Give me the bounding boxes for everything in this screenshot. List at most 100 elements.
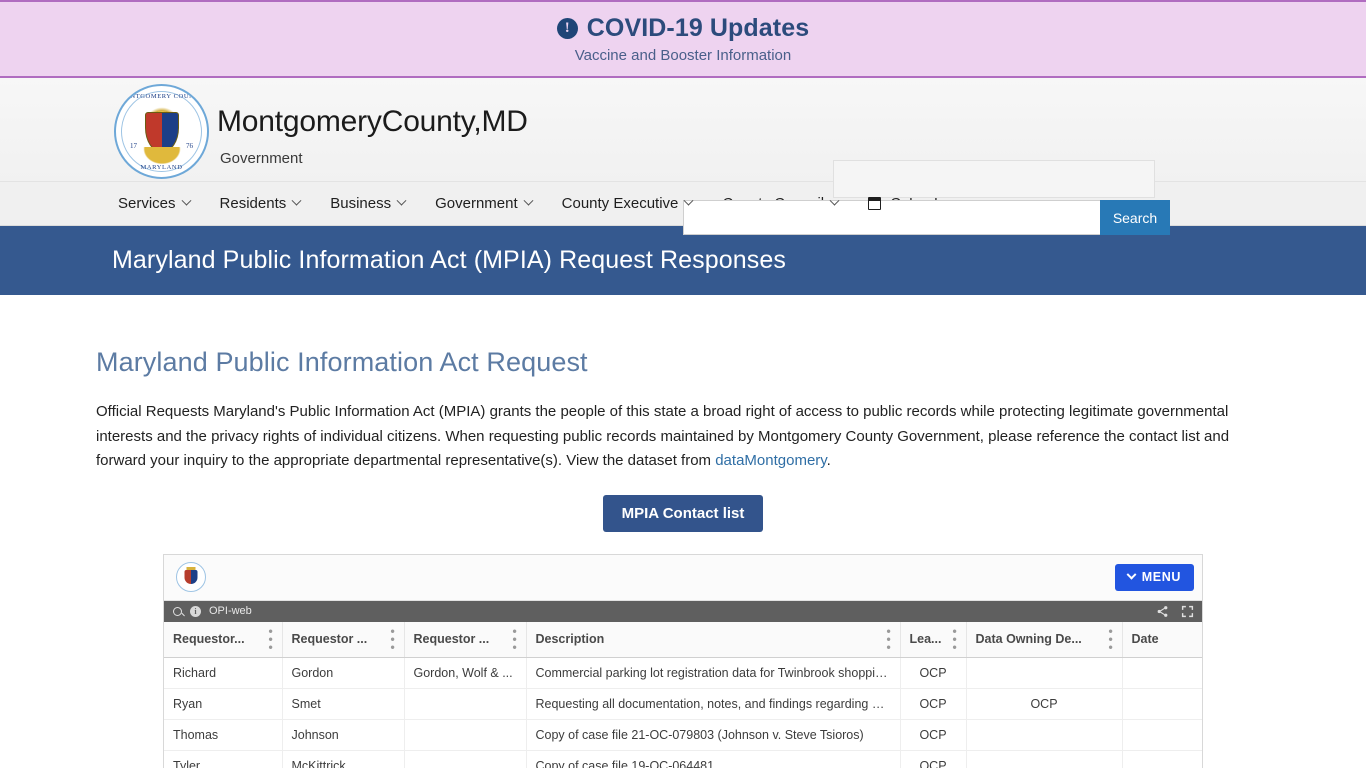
nav-item-residents[interactable]: Residents: [219, 195, 302, 212]
cell-first-name: Richard: [164, 657, 283, 689]
cell-organization: Gordon, Wolf & ...: [404, 657, 527, 689]
column-label: Requestor ...: [413, 632, 490, 647]
site-search-form: Search: [683, 200, 1170, 235]
cell-description: Commercial parking lot registration data…: [526, 657, 901, 689]
cell-last-name: Gordon: [282, 657, 405, 689]
site-subtitle: Government: [220, 150, 303, 167]
cell-lead: OCP: [900, 750, 967, 768]
covid-banner-title-row: ! COVID-19 Updates: [556, 13, 810, 42]
column-menu-icon[interactable]: • • •: [391, 625, 395, 653]
cell-last-name: Johnson: [282, 719, 405, 751]
dataset-table-scroll[interactable]: Requestor... • • • Requestor ... • • • R…: [164, 621, 1202, 768]
column-label: Data Owning De...: [975, 632, 1082, 647]
nav-item-services[interactable]: Services: [118, 195, 191, 212]
seal-arc-bottom-text: MARYLAND: [140, 164, 183, 171]
section-heading: Maryland Public Information Act Request: [96, 347, 588, 377]
chevron-down-icon: [181, 195, 191, 206]
cell-data-owning-dept: [966, 657, 1123, 689]
chevron-down-icon: [291, 195, 302, 206]
nav-label-government: Government: [435, 195, 518, 212]
column-header-requestor-last-name[interactable]: Requestor ... • • •: [282, 621, 405, 658]
column-label: Requestor ...: [291, 632, 368, 647]
table-row[interactable]: Richard Gordon Gordon, Wolf & ... Commer…: [164, 657, 1202, 689]
cell-organization: [404, 750, 527, 768]
page-title: Maryland Public Information Act (MPIA) R…: [112, 246, 786, 274]
widget-menu-label: MENU: [1141, 570, 1181, 584]
nav-label-services: Services: [118, 195, 176, 212]
dataset-name: OPI-web: [209, 605, 252, 617]
column-header-requestor-organization[interactable]: Requestor ... • • •: [404, 621, 527, 658]
column-menu-icon[interactable]: • • •: [269, 625, 273, 653]
widget-header: MENU: [164, 554, 1202, 601]
chevron-down-icon: [396, 195, 407, 206]
cell-date: [1122, 688, 1202, 720]
cell-date: [1122, 719, 1202, 751]
montgomery-county-seal-icon: MONTGOMERY COUNTY 17 76 MARYLAND: [114, 84, 209, 179]
column-menu-icon[interactable]: • • •: [1109, 625, 1113, 653]
calendar-icon: [868, 197, 882, 210]
cell-date: [1122, 750, 1202, 768]
site-masthead: MONTGOMERY COUNTY 17 76 MARYLAND Montgom…: [0, 78, 1366, 235]
column-header-lead[interactable]: Lea... • • •: [900, 621, 967, 658]
column-header-date[interactable]: Date: [1122, 621, 1202, 658]
site-brand-link[interactable]: MONTGOMERY COUNTY 17 76 MARYLAND Montgom…: [114, 84, 528, 179]
seal-arc-top-text: MONTGOMERY COUNTY: [118, 93, 205, 100]
nav-item-county-executive[interactable]: County Executive: [562, 195, 694, 211]
cell-organization: [404, 688, 527, 720]
column-header-data-owning-department[interactable]: Data Owning De... • • •: [966, 621, 1123, 658]
search-icon[interactable]: [173, 606, 182, 616]
dataset-widget: MENU i OPI-web Requestor... • • • Reques…: [163, 553, 1203, 768]
intro-paragraph-tail: .: [826, 452, 831, 469]
info-icon[interactable]: i: [190, 605, 201, 617]
table-header-row: Requestor... • • • Requestor ... • • • R…: [164, 621, 1202, 658]
intro-paragraph: Official Requests Maryland's Public Info…: [96, 378, 1270, 474]
seal-year-right: 76: [186, 142, 193, 150]
search-button[interactable]: Search: [1100, 200, 1170, 235]
widget-menu-button[interactable]: MENU: [1114, 563, 1194, 591]
translate-widget-placeholder[interactable]: [833, 160, 1155, 198]
cell-organization: [404, 719, 527, 751]
cell-description: Copy of case file 21-OC-079803 (Johnson …: [526, 719, 901, 751]
cell-lead: OCP: [900, 657, 967, 689]
column-menu-icon[interactable]: • • •: [887, 625, 891, 653]
cell-description: Requesting all documentation, notes, and…: [526, 688, 901, 720]
covid-banner-title: COVID-19 Updates: [586, 13, 810, 42]
column-menu-icon[interactable]: • • •: [513, 625, 517, 653]
cell-last-name: McKittrick: [282, 750, 405, 768]
cell-data-owning-dept: [966, 750, 1123, 768]
nav-item-business[interactable]: Business: [330, 195, 407, 212]
cell-date: [1122, 657, 1202, 689]
share-icon[interactable]: [1156, 605, 1169, 618]
datamontgomery-link[interactable]: dataMontgomery: [715, 452, 826, 469]
widget-county-seal-icon: [176, 562, 206, 592]
table-row[interactable]: Ryan Smet Requesting all documentation, …: [164, 688, 1202, 720]
nav-label-business: Business: [330, 195, 392, 212]
cell-first-name: Thomas: [164, 719, 283, 751]
column-header-requestor-first-name[interactable]: Requestor... • • •: [164, 621, 283, 658]
covid-updates-banner[interactable]: ! COVID-19 Updates Vaccine and Booster I…: [0, 0, 1366, 78]
fullscreen-icon[interactable]: [1181, 605, 1194, 618]
cell-data-owning-dept: [966, 719, 1123, 751]
search-input[interactable]: [683, 200, 1100, 235]
chevron-down-icon: [523, 195, 534, 206]
cell-data-owning-dept: OCP: [966, 688, 1123, 720]
column-menu-icon[interactable]: • • •: [953, 625, 957, 653]
main-content: Maryland Public Information Act Request …: [0, 295, 1366, 768]
intro-paragraph-text: Official Requests Maryland's Public Info…: [96, 403, 1230, 469]
column-header-description[interactable]: Description • • •: [526, 621, 901, 658]
page-title-banner: Maryland Public Information Act (MPIA) R…: [0, 226, 1366, 295]
cell-last-name: Smet: [282, 688, 405, 720]
site-title: MontgomeryCounty,MD: [217, 105, 528, 138]
mpia-contact-list-button[interactable]: MPIA Contact list: [602, 494, 764, 532]
cell-first-name: Ryan: [164, 688, 283, 720]
cell-first-name: Tyler: [164, 750, 283, 768]
column-label: Date: [1131, 632, 1159, 647]
table-row[interactable]: Thomas Johnson Copy of case file 21-OC-0…: [164, 719, 1202, 751]
table-row[interactable]: Tyler McKittrick Copy of case file 19-OC…: [164, 750, 1202, 768]
exclamation-circle-icon: !: [556, 17, 578, 39]
nav-item-government[interactable]: Government: [435, 195, 534, 212]
column-label: Requestor...: [173, 632, 245, 647]
nav-label-residents: Residents: [219, 195, 287, 212]
seal-year-left: 17: [130, 142, 137, 150]
chevron-down-icon: [1126, 569, 1137, 580]
